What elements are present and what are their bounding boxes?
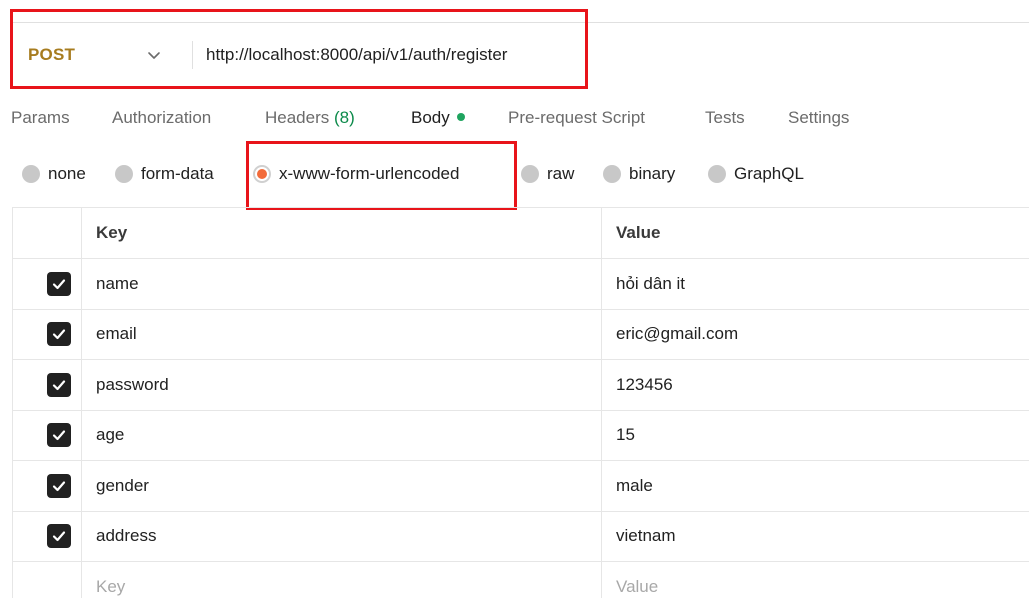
radio-unselected-icon [603, 165, 621, 183]
header-check-cell [13, 208, 82, 258]
body-type-options: none form-data x-www-form-urlencoded raw… [0, 158, 1029, 194]
method-select[interactable]: POST [12, 23, 192, 87]
column-header-key: Key [82, 208, 602, 258]
row-value[interactable]: male [602, 461, 1029, 511]
table-row-placeholder: Key Value [13, 562, 1029, 598]
divider [192, 41, 193, 69]
row-checkbox[interactable] [47, 271, 71, 296]
table-header-row: Key Value [13, 208, 1029, 259]
table-row: email eric@gmail.com [13, 309, 1029, 360]
tab-authorization[interactable]: Authorization [112, 108, 211, 128]
row-checkbox[interactable] [47, 473, 71, 498]
url-input[interactable] [206, 39, 1006, 71]
tab-headers[interactable]: Headers (8) [265, 108, 355, 128]
radio-none[interactable]: none [22, 164, 86, 184]
radio-selected-icon [253, 165, 271, 183]
radio-label: GraphQL [734, 164, 804, 183]
row-check-cell [13, 461, 82, 511]
row-check-cell [13, 259, 82, 309]
row-check-cell [13, 562, 82, 598]
row-checkbox[interactable] [47, 423, 71, 448]
new-key-input[interactable]: Key [82, 562, 602, 598]
radio-raw[interactable]: raw [521, 164, 574, 184]
row-value[interactable]: eric@gmail.com [602, 310, 1029, 360]
request-tabs: Params Authorization Headers (8) Body Pr… [0, 100, 1029, 140]
radio-unselected-icon [22, 165, 40, 183]
checkmark-icon [52, 531, 66, 542]
radio-binary[interactable]: binary [603, 164, 675, 184]
column-header-value: Value [616, 223, 661, 242]
row-value[interactable]: hỏi dân it [602, 259, 1029, 309]
request-bar: POST [12, 22, 1029, 88]
tab-settings[interactable]: Settings [788, 108, 849, 128]
row-check-cell [13, 360, 82, 410]
table-row: gender male [13, 461, 1029, 512]
row-value[interactable]: 15 [602, 411, 1029, 461]
radio-label: raw [547, 164, 575, 183]
radio-label: x-www-form-urlencoded [279, 164, 460, 183]
tab-headers-label: Headers [265, 108, 330, 127]
checkmark-icon [52, 481, 66, 491]
row-check-cell [13, 511, 82, 561]
table-row: password 123456 [13, 360, 1029, 411]
row-check-cell [13, 410, 82, 460]
radio-label: form-data [141, 164, 214, 183]
checkmark-icon [52, 279, 66, 289]
radio-unselected-icon [708, 165, 726, 183]
row-checkbox[interactable] [47, 372, 71, 397]
radio-graphql[interactable]: GraphQL [708, 164, 804, 184]
row-key[interactable]: age [82, 410, 602, 460]
radio-label: none [48, 164, 86, 183]
tab-headers-count: (8) [334, 108, 355, 127]
row-key[interactable]: email [82, 309, 602, 359]
radio-x-www-form-urlencoded[interactable]: x-www-form-urlencoded [253, 164, 459, 184]
status-dot-icon [456, 112, 465, 121]
row-value[interactable]: 123456 [602, 360, 1029, 410]
row-check-cell [13, 309, 82, 359]
tab-pre-request-script[interactable]: Pre-request Script [508, 108, 645, 128]
tab-body-label: Body [411, 108, 450, 127]
key-value-table: Key Value name hỏi dân it email eric@gma… [12, 207, 1029, 598]
row-checkbox[interactable] [47, 524, 71, 549]
row-key[interactable]: password [82, 360, 602, 410]
checkmark-icon [52, 430, 66, 441]
radio-unselected-icon [521, 165, 539, 183]
chevron-down-icon [148, 52, 160, 59]
radio-form-data[interactable]: form-data [115, 164, 214, 184]
row-key[interactable]: name [82, 259, 602, 309]
checkmark-icon [52, 329, 66, 340]
table-row: age 15 [13, 410, 1029, 461]
row-value[interactable]: vietnam [602, 512, 1029, 562]
new-value-input[interactable]: Value [602, 562, 1029, 598]
tab-params[interactable]: Params [11, 108, 70, 128]
tab-body[interactable]: Body [411, 108, 465, 128]
method-label: POST [28, 45, 76, 64]
checkmark-icon [52, 380, 66, 390]
row-key[interactable]: address [82, 511, 602, 561]
radio-label: binary [629, 164, 676, 183]
row-checkbox[interactable] [47, 322, 71, 347]
table-row: address vietnam [13, 511, 1029, 562]
tab-tests[interactable]: Tests [705, 108, 745, 128]
radio-unselected-icon [115, 165, 133, 183]
table-row: name hỏi dân it [13, 259, 1029, 310]
row-key[interactable]: gender [82, 461, 602, 511]
